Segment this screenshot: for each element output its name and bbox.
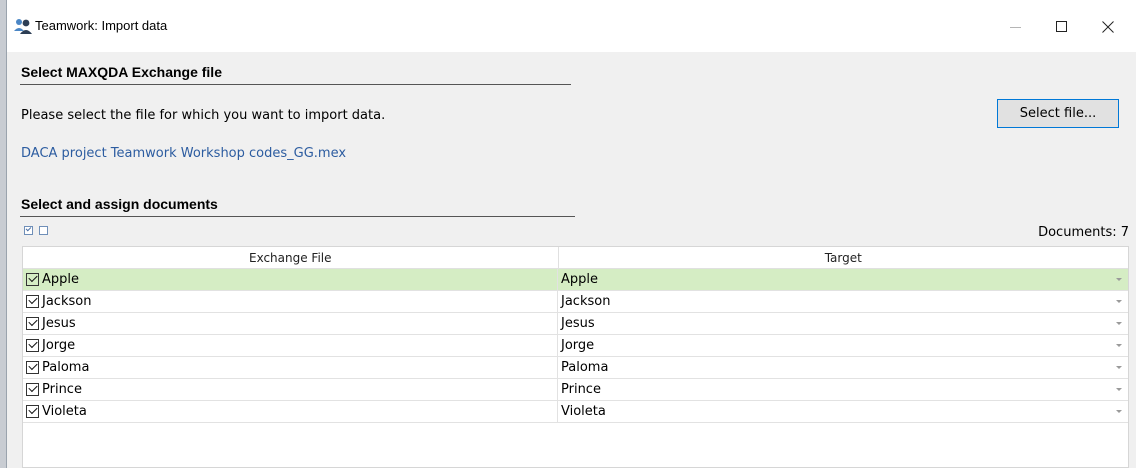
selected-file-link[interactable]: DACA project Teamwork Workshop codes_GG.… xyxy=(21,146,346,161)
table-row[interactable]: Apple Apple xyxy=(23,269,1128,291)
close-icon xyxy=(1102,21,1114,33)
minimize-icon xyxy=(1010,27,1021,28)
exchange-file-name: Jackson xyxy=(42,294,92,309)
section-divider xyxy=(20,84,571,85)
section-title-assign-documents: Select and assign documents xyxy=(21,196,218,212)
chevron-down-icon xyxy=(1116,388,1122,391)
table-row[interactable]: Violeta Violeta xyxy=(23,401,1128,423)
table-row[interactable]: Paloma Paloma xyxy=(23,357,1128,379)
file-prompt-text: Please select the file for which you wan… xyxy=(21,108,386,123)
row-checkbox[interactable] xyxy=(26,339,39,352)
title-bar: Teamwork: Import data xyxy=(7,0,1136,52)
target-dropdown[interactable]: Jorge xyxy=(558,335,1128,356)
target-dropdown[interactable]: Jackson xyxy=(558,291,1128,312)
chevron-down-icon xyxy=(1116,300,1122,303)
chevron-down-icon xyxy=(1116,344,1122,347)
exchange-file-name: Jesus xyxy=(42,316,76,331)
chevron-down-icon xyxy=(1116,410,1122,413)
exchange-file-name: Apple xyxy=(42,272,80,287)
documents-count: Documents: 7 xyxy=(1038,225,1129,240)
exchange-file-name: Jorge xyxy=(42,338,76,353)
exchange-file-name: Paloma xyxy=(42,360,90,375)
target-dropdown[interactable]: Violeta xyxy=(558,401,1128,422)
table-row[interactable]: Jesus Jesus xyxy=(23,313,1128,335)
maximize-button[interactable] xyxy=(1039,8,1085,46)
target-dropdown[interactable]: Apple xyxy=(558,269,1128,290)
exchange-file-name: Violeta xyxy=(42,404,87,419)
close-button[interactable] xyxy=(1085,8,1131,46)
row-checkbox[interactable] xyxy=(26,273,39,286)
row-checkbox[interactable] xyxy=(26,405,39,418)
documents-table: Exchange File Target Apple Apple Jackson… xyxy=(22,246,1129,468)
row-checkbox[interactable] xyxy=(26,383,39,396)
target-dropdown[interactable]: Paloma xyxy=(558,357,1128,378)
import-data-dialog: Teamwork: Import data Select MAXQDA Exch… xyxy=(6,0,1136,468)
table-row[interactable]: Prince Prince xyxy=(23,379,1128,401)
target-name: Violeta xyxy=(561,404,606,419)
column-header-exchange-file[interactable]: Exchange File xyxy=(23,247,559,268)
deselect-all-icon[interactable] xyxy=(39,226,48,235)
target-name: Jesus xyxy=(561,316,595,331)
target-name: Paloma xyxy=(561,360,609,375)
row-checkbox[interactable] xyxy=(26,295,39,308)
minimize-button[interactable] xyxy=(993,8,1039,46)
table-row[interactable]: Jorge Jorge xyxy=(23,335,1128,357)
window-title: Teamwork: Import data xyxy=(35,18,168,33)
column-header-target[interactable]: Target xyxy=(559,247,1128,268)
target-name: Jorge xyxy=(561,338,595,353)
teamwork-users-icon xyxy=(14,17,34,35)
row-checkbox[interactable] xyxy=(26,317,39,330)
select-file-button[interactable]: Select file... xyxy=(997,99,1119,128)
section-title-exchange-file: Select MAXQDA Exchange file xyxy=(21,64,222,80)
select-all-icon[interactable] xyxy=(24,226,33,235)
section-divider xyxy=(20,216,575,217)
table-row[interactable]: Jackson Jackson xyxy=(23,291,1128,313)
target-name: Prince xyxy=(561,382,601,397)
exchange-file-name: Prince xyxy=(42,382,82,397)
chevron-down-icon xyxy=(1116,322,1122,325)
chevron-down-icon xyxy=(1116,366,1122,369)
target-dropdown[interactable]: Jesus xyxy=(558,313,1128,334)
table-header: Exchange File Target xyxy=(23,247,1128,269)
target-name: Apple xyxy=(561,272,599,287)
maximize-icon xyxy=(1056,21,1067,32)
selection-toggles xyxy=(24,226,48,235)
row-checkbox[interactable] xyxy=(26,361,39,374)
chevron-down-icon xyxy=(1116,278,1122,281)
target-name: Jackson xyxy=(561,294,611,309)
target-dropdown[interactable]: Prince xyxy=(558,379,1128,400)
